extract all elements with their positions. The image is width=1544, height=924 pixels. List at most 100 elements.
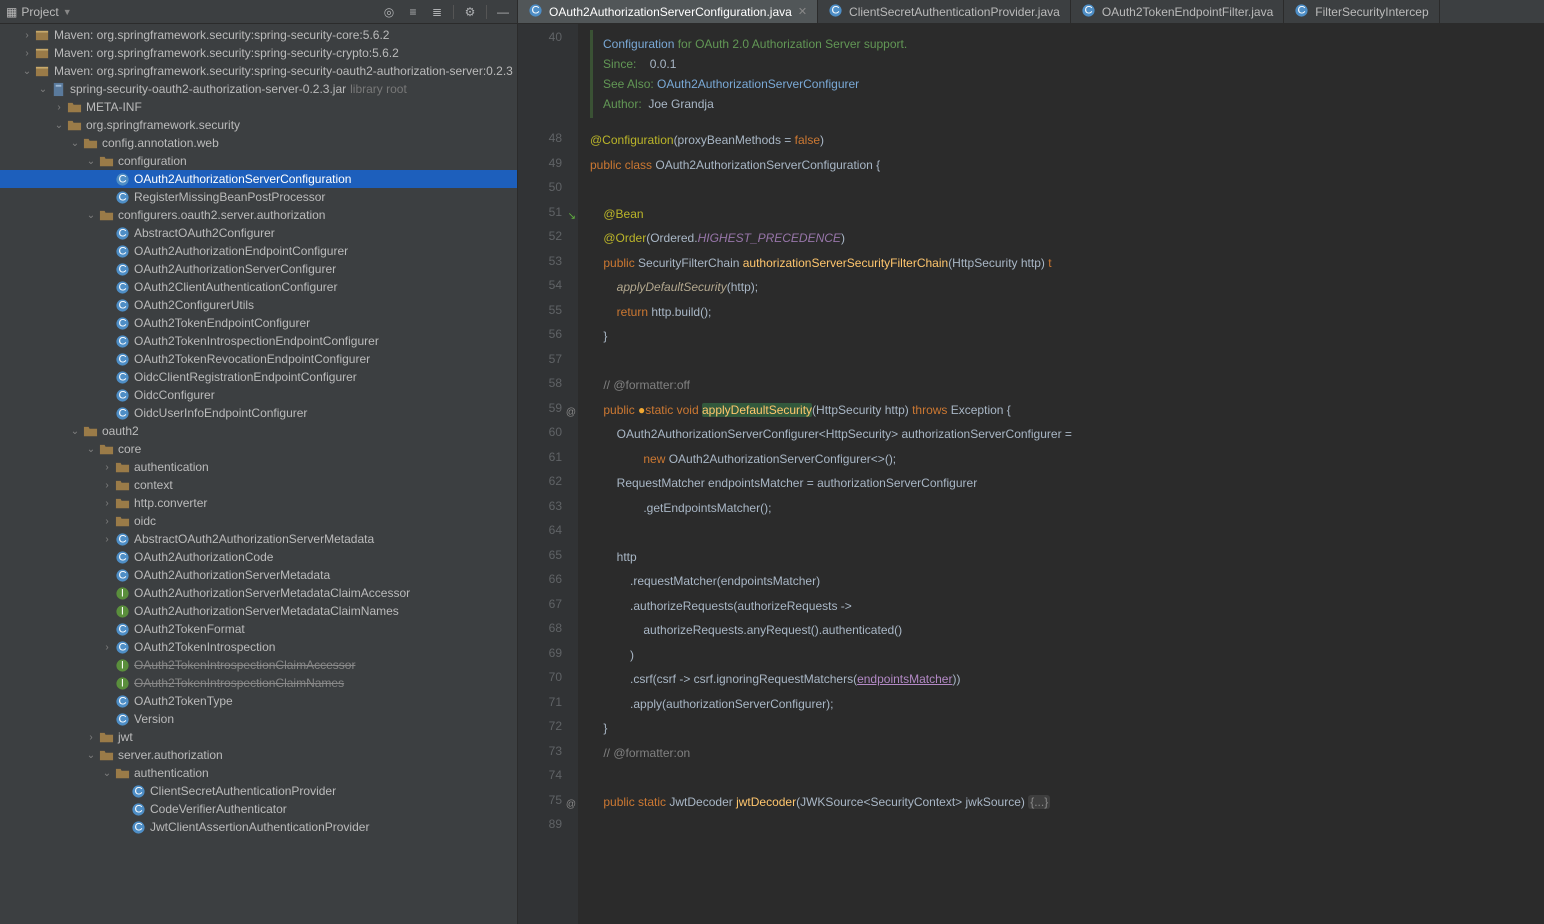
tree-node[interactable]: COidcConfigurer <box>0 386 517 404</box>
expand-toggle[interactable]: › <box>100 480 114 491</box>
gear-icon[interactable]: ⚙ <box>462 4 478 20</box>
tree-node[interactable]: ⌄core <box>0 440 517 458</box>
tree-node[interactable]: COidcClientRegistrationEndpointConfigure… <box>0 368 517 386</box>
code-line[interactable]: applyDefaultSecurity(http); <box>590 275 1544 300</box>
code-line[interactable] <box>590 520 1544 545</box>
code-line[interactable]: .getEndpointsMatcher(); <box>590 496 1544 521</box>
tree-node[interactable]: ⌄authentication <box>0 764 517 782</box>
tree-node[interactable]: ›META-INF <box>0 98 517 116</box>
tree-node[interactable]: COidcUserInfoEndpointConfigurer <box>0 404 517 422</box>
tree-node[interactable]: ›Maven: org.springframework.security:spr… <box>0 26 517 44</box>
tree-node[interactable]: CCodeVerifierAuthenticator <box>0 800 517 818</box>
code-line[interactable] <box>590 349 1544 374</box>
expand-all-icon[interactable]: ≡ <box>405 4 421 20</box>
tree-node[interactable]: ›http.converter <box>0 494 517 512</box>
expand-toggle[interactable]: › <box>20 48 34 59</box>
tree-node[interactable]: COAuth2ClientAuthenticationConfigurer <box>0 278 517 296</box>
code-line[interactable]: .apply(authorizationServerConfigurer); <box>590 692 1544 717</box>
tree-node[interactable]: ⌄spring-security-oauth2-authorization-se… <box>0 80 517 98</box>
tree-node[interactable]: ⌄Maven: org.springframework.security:spr… <box>0 62 517 80</box>
tree-node[interactable]: COAuth2TokenFormat <box>0 620 517 638</box>
tree-node[interactable]: CAbstractOAuth2Configurer <box>0 224 517 242</box>
sidebar-title[interactable]: ▦ Project ▼ <box>6 5 72 19</box>
code-line[interactable]: // @formatter:on <box>590 741 1544 766</box>
expand-toggle[interactable]: › <box>100 462 114 473</box>
tree-node[interactable]: CJwtClientAssertionAuthenticationProvide… <box>0 818 517 836</box>
project-tree[interactable]: ›Maven: org.springframework.security:spr… <box>0 24 517 924</box>
tree-node[interactable]: ›CAbstractOAuth2AuthorizationServerMetad… <box>0 530 517 548</box>
code-line[interactable]: @Bean <box>590 202 1544 227</box>
code-line[interactable]: public class OAuth2AuthorizationServerCo… <box>590 153 1544 178</box>
code-line[interactable]: public ●static void applyDefaultSecurity… <box>590 398 1544 423</box>
expand-toggle[interactable]: › <box>100 642 114 653</box>
tree-node[interactable]: IOAuth2TokenIntrospectionClaimAccessor <box>0 656 517 674</box>
expand-toggle[interactable]: ⌄ <box>36 84 50 95</box>
tree-node[interactable]: COAuth2TokenEndpointConfigurer <box>0 314 517 332</box>
hide-icon[interactable]: — <box>495 4 511 20</box>
code-line[interactable]: @Configuration(proxyBeanMethods = false) <box>590 128 1544 153</box>
tree-node[interactable]: COAuth2TokenRevocationEndpointConfigurer <box>0 350 517 368</box>
code-body[interactable]: @Configuration(proxyBeanMethods = false)… <box>578 124 1544 843</box>
expand-toggle[interactable]: ⌄ <box>84 750 98 761</box>
code-line[interactable]: } <box>590 324 1544 349</box>
expand-toggle[interactable]: › <box>84 732 98 743</box>
editor-tab[interactable]: COAuth2AuthorizationServerConfiguration.… <box>518 0 818 23</box>
tree-node[interactable]: COAuth2AuthorizationServerConfiguration <box>0 170 517 188</box>
tree-node[interactable]: CClientSecretAuthenticationProvider <box>0 782 517 800</box>
code-line[interactable]: .authorizeRequests(authorizeRequests -> <box>590 594 1544 619</box>
code-line[interactable]: new OAuth2AuthorizationServerConfigurer<… <box>590 447 1544 472</box>
tree-node[interactable]: COAuth2AuthorizationCode <box>0 548 517 566</box>
code-line[interactable] <box>590 177 1544 202</box>
tree-node[interactable]: COAuth2AuthorizationServerMetadata <box>0 566 517 584</box>
tree-node[interactable]: ›COAuth2TokenIntrospection <box>0 638 517 656</box>
editor-tab[interactable]: CFilterSecurityIntercep <box>1284 0 1439 23</box>
editor-tab[interactable]: CClientSecretAuthenticationProvider.java <box>818 0 1071 23</box>
code-line[interactable]: ) <box>590 643 1544 668</box>
expand-toggle[interactable]: ⌄ <box>84 156 98 167</box>
tree-node[interactable]: IOAuth2AuthorizationServerMetadataClaimA… <box>0 584 517 602</box>
collapse-all-icon[interactable]: ≣ <box>429 4 445 20</box>
expand-toggle[interactable]: ⌄ <box>52 120 66 131</box>
expand-toggle[interactable]: › <box>100 516 114 527</box>
code-line[interactable] <box>590 765 1544 790</box>
expand-toggle[interactable]: › <box>100 498 114 509</box>
tree-node[interactable]: IOAuth2TokenIntrospectionClaimNames <box>0 674 517 692</box>
tree-node[interactable]: IOAuth2AuthorizationServerMetadataClaimN… <box>0 602 517 620</box>
tree-node[interactable]: ⌄org.springframework.security <box>0 116 517 134</box>
tree-node[interactable]: CVersion <box>0 710 517 728</box>
tree-node[interactable]: ⌄configuration <box>0 152 517 170</box>
tree-node[interactable]: ⌄configurers.oauth2.server.authorization <box>0 206 517 224</box>
tree-node[interactable]: COAuth2AuthorizationEndpointConfigurer <box>0 242 517 260</box>
code-line[interactable] <box>590 814 1544 839</box>
expand-toggle[interactable]: ⌄ <box>20 66 34 77</box>
doc-seealso-link[interactable]: OAuth2AuthorizationServerConfigurer <box>657 77 859 91</box>
doc-link[interactable]: Configuration <box>603 37 674 51</box>
tree-node[interactable]: CRegisterMissingBeanPostProcessor <box>0 188 517 206</box>
code-line[interactable]: authorizeRequests.anyRequest().authentic… <box>590 618 1544 643</box>
tree-node[interactable]: ›Maven: org.springframework.security:spr… <box>0 44 517 62</box>
expand-toggle[interactable]: › <box>20 30 34 41</box>
code-line[interactable]: .requestMatcher(endpointsMatcher) <box>590 569 1544 594</box>
tree-node[interactable]: COAuth2TokenType <box>0 692 517 710</box>
code-line[interactable]: } <box>590 716 1544 741</box>
code-line[interactable]: RequestMatcher endpointsMatcher = author… <box>590 471 1544 496</box>
editor-tab[interactable]: COAuth2TokenEndpointFilter.java <box>1071 0 1284 23</box>
expand-toggle[interactable]: ⌄ <box>68 138 82 149</box>
code-line[interactable]: OAuth2AuthorizationServerConfigurer<Http… <box>590 422 1544 447</box>
tree-node[interactable]: COAuth2ConfigurerUtils <box>0 296 517 314</box>
tree-node[interactable]: COAuth2TokenIntrospectionEndpointConfigu… <box>0 332 517 350</box>
code-editor[interactable]: 4048495051↘5253545556575859@606162636465… <box>518 24 1544 924</box>
code-line[interactable]: @Order(Ordered.HIGHEST_PRECEDENCE) <box>590 226 1544 251</box>
expand-toggle[interactable]: ⌄ <box>84 210 98 221</box>
expand-toggle[interactable]: ⌄ <box>68 426 82 437</box>
tree-node[interactable]: ⌄oauth2 <box>0 422 517 440</box>
locate-icon[interactable]: ◎ <box>381 4 397 20</box>
code-line[interactable]: public static JwtDecoder jwtDecoder(JWKS… <box>590 790 1544 815</box>
expand-toggle[interactable]: ⌄ <box>84 444 98 455</box>
expand-toggle[interactable]: › <box>100 534 114 545</box>
code-line[interactable]: .csrf(csrf -> csrf.ignoringRequestMatche… <box>590 667 1544 692</box>
tree-node[interactable]: ›authentication <box>0 458 517 476</box>
tree-node[interactable]: COAuth2AuthorizationServerConfigurer <box>0 260 517 278</box>
tree-node[interactable]: ›context <box>0 476 517 494</box>
expand-toggle[interactable]: ⌄ <box>100 768 114 779</box>
